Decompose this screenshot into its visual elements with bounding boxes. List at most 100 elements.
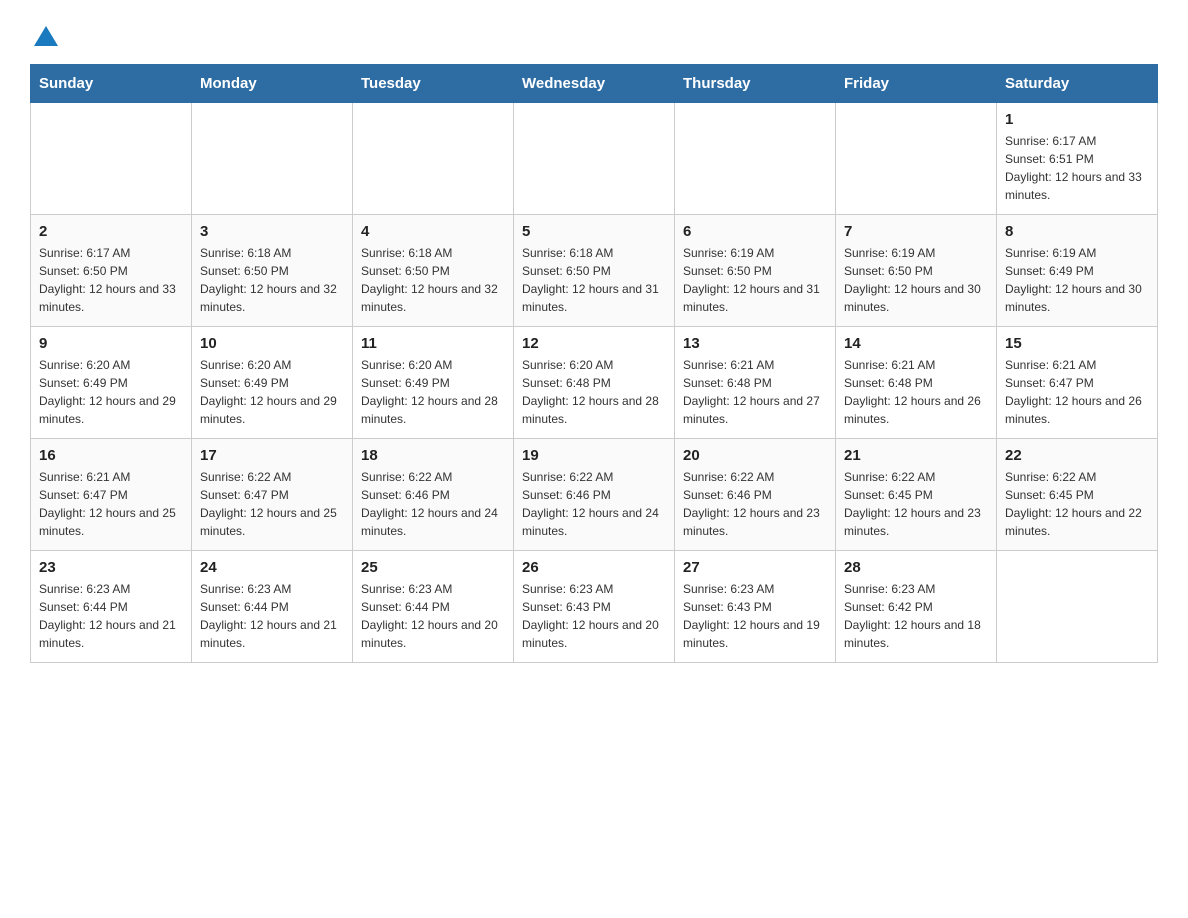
day-info: Sunrise: 6:22 AM Sunset: 6:46 PM Dayligh… [522, 468, 666, 540]
calendar-header-row: SundayMondayTuesdayWednesdayThursdayFrid… [31, 65, 1158, 103]
calendar-day-cell: 20 Sunrise: 6:22 AM Sunset: 6:46 PM Dayli… [675, 439, 836, 551]
day-number: 28 [844, 559, 988, 576]
day-info: Sunrise: 6:20 AM Sunset: 6:48 PM Dayligh… [522, 356, 666, 428]
day-of-week-header: Tuesday [353, 65, 514, 103]
calendar-day-cell: 19 Sunrise: 6:22 AM Sunset: 6:46 PM Dayli… [514, 439, 675, 551]
calendar-day-cell [514, 103, 675, 215]
day-info: Sunrise: 6:23 AM Sunset: 6:43 PM Dayligh… [683, 580, 827, 652]
calendar-day-cell: 8 Sunrise: 6:19 AM Sunset: 6:49 PM Daylig… [997, 215, 1158, 327]
calendar-day-cell: 16 Sunrise: 6:21 AM Sunset: 6:47 PM Dayli… [31, 439, 192, 551]
calendar-day-cell: 6 Sunrise: 6:19 AM Sunset: 6:50 PM Daylig… [675, 215, 836, 327]
calendar-day-cell: 13 Sunrise: 6:21 AM Sunset: 6:48 PM Dayli… [675, 327, 836, 439]
calendar-day-cell: 2 Sunrise: 6:17 AM Sunset: 6:50 PM Daylig… [31, 215, 192, 327]
calendar-day-cell: 24 Sunrise: 6:23 AM Sunset: 6:44 PM Dayli… [192, 551, 353, 663]
calendar-day-cell: 15 Sunrise: 6:21 AM Sunset: 6:47 PM Dayli… [997, 327, 1158, 439]
calendar-day-cell: 9 Sunrise: 6:20 AM Sunset: 6:49 PM Daylig… [31, 327, 192, 439]
day-info: Sunrise: 6:21 AM Sunset: 6:47 PM Dayligh… [1005, 356, 1149, 428]
day-info: Sunrise: 6:18 AM Sunset: 6:50 PM Dayligh… [200, 244, 344, 316]
day-info: Sunrise: 6:20 AM Sunset: 6:49 PM Dayligh… [39, 356, 183, 428]
day-info: Sunrise: 6:19 AM Sunset: 6:50 PM Dayligh… [844, 244, 988, 316]
day-number: 2 [39, 223, 183, 240]
day-number: 19 [522, 447, 666, 464]
day-info: Sunrise: 6:21 AM Sunset: 6:48 PM Dayligh… [683, 356, 827, 428]
day-number: 16 [39, 447, 183, 464]
calendar-day-cell: 28 Sunrise: 6:23 AM Sunset: 6:42 PM Dayli… [836, 551, 997, 663]
calendar-day-cell: 14 Sunrise: 6:21 AM Sunset: 6:48 PM Dayli… [836, 327, 997, 439]
calendar-day-cell: 23 Sunrise: 6:23 AM Sunset: 6:44 PM Dayli… [31, 551, 192, 663]
day-info: Sunrise: 6:18 AM Sunset: 6:50 PM Dayligh… [522, 244, 666, 316]
calendar-week-row: 2 Sunrise: 6:17 AM Sunset: 6:50 PM Daylig… [31, 215, 1158, 327]
logo-triangle-icon [34, 26, 58, 46]
day-of-week-header: Thursday [675, 65, 836, 103]
day-number: 10 [200, 335, 344, 352]
day-of-week-header: Sunday [31, 65, 192, 103]
day-number: 20 [683, 447, 827, 464]
calendar-day-cell: 26 Sunrise: 6:23 AM Sunset: 6:43 PM Dayli… [514, 551, 675, 663]
day-info: Sunrise: 6:20 AM Sunset: 6:49 PM Dayligh… [361, 356, 505, 428]
calendar-day-cell: 5 Sunrise: 6:18 AM Sunset: 6:50 PM Daylig… [514, 215, 675, 327]
calendar-day-cell: 27Sunrise: 6:23 AM Sunset: 6:43 PM Dayli… [675, 551, 836, 663]
day-number: 17 [200, 447, 344, 464]
day-of-week-header: Saturday [997, 65, 1158, 103]
calendar-day-cell: 18 Sunrise: 6:22 AM Sunset: 6:46 PM Dayli… [353, 439, 514, 551]
day-number: 14 [844, 335, 988, 352]
day-number: 22 [1005, 447, 1149, 464]
day-info: Sunrise: 6:23 AM Sunset: 6:44 PM Dayligh… [39, 580, 183, 652]
day-number: 21 [844, 447, 988, 464]
logo [30, 30, 58, 44]
calendar-day-cell: 22Sunrise: 6:22 AM Sunset: 6:45 PM Dayli… [997, 439, 1158, 551]
day-info: Sunrise: 6:17 AM Sunset: 6:50 PM Dayligh… [39, 244, 183, 316]
day-of-week-header: Wednesday [514, 65, 675, 103]
day-number: 23 [39, 559, 183, 576]
calendar-week-row: 16 Sunrise: 6:21 AM Sunset: 6:47 PM Dayli… [31, 439, 1158, 551]
day-number: 12 [522, 335, 666, 352]
day-number: 18 [361, 447, 505, 464]
day-info: Sunrise: 6:20 AM Sunset: 6:49 PM Dayligh… [200, 356, 344, 428]
calendar-week-row: 23 Sunrise: 6:23 AM Sunset: 6:44 PM Dayli… [31, 551, 1158, 663]
day-info: Sunrise: 6:19 AM Sunset: 6:50 PM Dayligh… [683, 244, 827, 316]
day-number: 3 [200, 223, 344, 240]
calendar-day-cell: 17 Sunrise: 6:22 AM Sunset: 6:47 PM Dayli… [192, 439, 353, 551]
calendar-day-cell: 25 Sunrise: 6:23 AM Sunset: 6:44 PM Dayli… [353, 551, 514, 663]
day-number: 13 [683, 335, 827, 352]
calendar-table: SundayMondayTuesdayWednesdayThursdayFrid… [30, 64, 1158, 663]
day-info: Sunrise: 6:22 AM Sunset: 6:46 PM Dayligh… [361, 468, 505, 540]
calendar-week-row: 9 Sunrise: 6:20 AM Sunset: 6:49 PM Daylig… [31, 327, 1158, 439]
day-number: 15 [1005, 335, 1149, 352]
day-info: Sunrise: 6:22 AM Sunset: 6:47 PM Dayligh… [200, 468, 344, 540]
calendar-day-cell [675, 103, 836, 215]
day-info: Sunrise: 6:19 AM Sunset: 6:49 PM Dayligh… [1005, 244, 1149, 316]
day-number: 7 [844, 223, 988, 240]
day-number: 25 [361, 559, 505, 576]
day-number: 9 [39, 335, 183, 352]
calendar-day-cell: 11Sunrise: 6:20 AM Sunset: 6:49 PM Dayli… [353, 327, 514, 439]
calendar-day-cell [31, 103, 192, 215]
day-info: Sunrise: 6:17 AM Sunset: 6:51 PM Dayligh… [1005, 132, 1149, 204]
day-info: Sunrise: 6:22 AM Sunset: 6:46 PM Dayligh… [683, 468, 827, 540]
calendar-day-cell: 12 Sunrise: 6:20 AM Sunset: 6:48 PM Dayli… [514, 327, 675, 439]
day-number: 4 [361, 223, 505, 240]
day-number: 24 [200, 559, 344, 576]
day-number: 26 [522, 559, 666, 576]
calendar-day-cell [192, 103, 353, 215]
day-info: Sunrise: 6:22 AM Sunset: 6:45 PM Dayligh… [844, 468, 988, 540]
day-info: Sunrise: 6:23 AM Sunset: 6:44 PM Dayligh… [361, 580, 505, 652]
day-number: 8 [1005, 223, 1149, 240]
page-header [30, 30, 1158, 44]
day-info: Sunrise: 6:21 AM Sunset: 6:48 PM Dayligh… [844, 356, 988, 428]
calendar-day-cell: 1Sunrise: 6:17 AM Sunset: 6:51 PM Daylig… [997, 103, 1158, 215]
calendar-day-cell [997, 551, 1158, 663]
day-info: Sunrise: 6:23 AM Sunset: 6:44 PM Dayligh… [200, 580, 344, 652]
day-number: 5 [522, 223, 666, 240]
day-info: Sunrise: 6:23 AM Sunset: 6:42 PM Dayligh… [844, 580, 988, 652]
day-number: 6 [683, 223, 827, 240]
calendar-day-cell: 7 Sunrise: 6:19 AM Sunset: 6:50 PM Daylig… [836, 215, 997, 327]
calendar-day-cell: 10 Sunrise: 6:20 AM Sunset: 6:49 PM Dayli… [192, 327, 353, 439]
day-info: Sunrise: 6:18 AM Sunset: 6:50 PM Dayligh… [361, 244, 505, 316]
day-of-week-header: Friday [836, 65, 997, 103]
calendar-week-row: 1Sunrise: 6:17 AM Sunset: 6:51 PM Daylig… [31, 103, 1158, 215]
calendar-day-cell: 4 Sunrise: 6:18 AM Sunset: 6:50 PM Daylig… [353, 215, 514, 327]
day-info: Sunrise: 6:23 AM Sunset: 6:43 PM Dayligh… [522, 580, 666, 652]
day-info: Sunrise: 6:21 AM Sunset: 6:47 PM Dayligh… [39, 468, 183, 540]
calendar-day-cell: 21 Sunrise: 6:22 AM Sunset: 6:45 PM Dayli… [836, 439, 997, 551]
